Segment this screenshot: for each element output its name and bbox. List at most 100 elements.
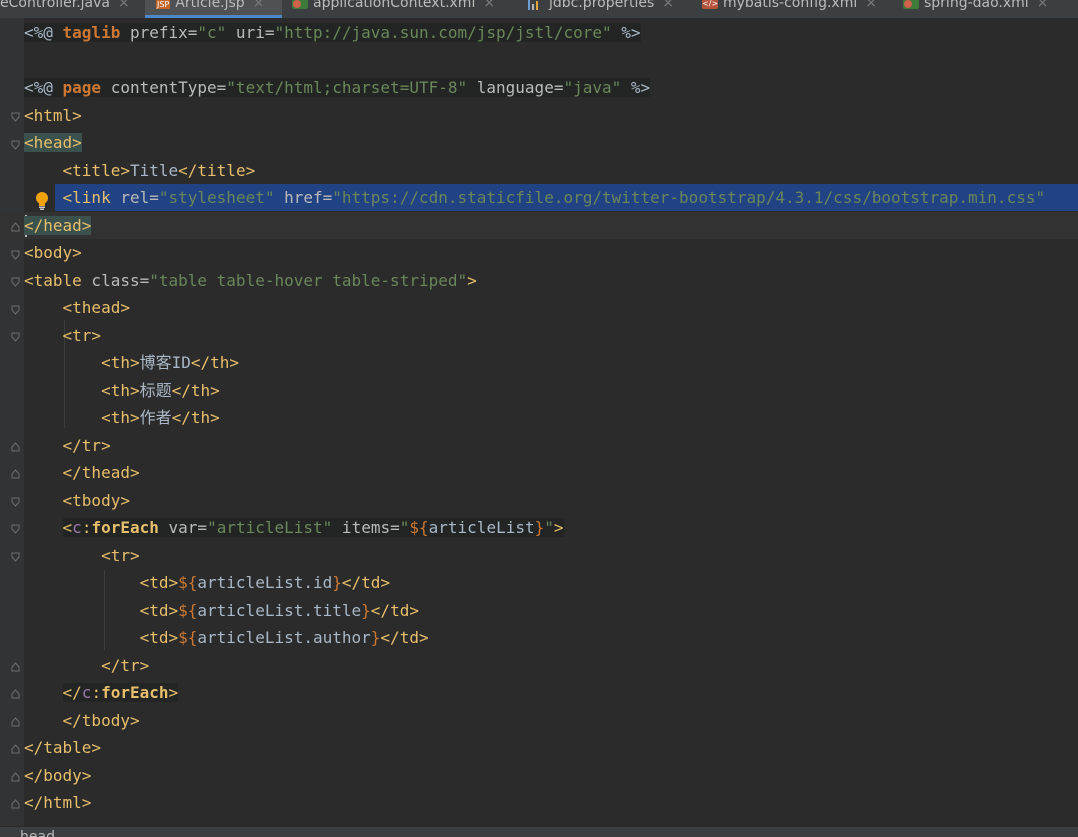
- tag-namespace: c: [81, 683, 92, 702]
- attribute-name: uri=: [226, 23, 275, 42]
- fold-end-marker-icon[interactable]: [11, 442, 20, 452]
- breadcrumb-bar: head: [0, 826, 1078, 837]
- el-expression: articleList.author: [197, 628, 371, 647]
- th-text: 作者: [139, 408, 172, 427]
- code-line-15: <th>作者</th>: [24, 405, 220, 431]
- code-line-6: <title>Title</title>: [24, 158, 256, 184]
- tab-spring-dao-xml[interactable]: spring-dao.xml ×: [893, 0, 1078, 18]
- th-close-tag: </th>: [171, 408, 220, 427]
- directive-close: %>: [621, 78, 651, 97]
- attribute-value: "http://java.sun.com/jsp/jstl/core": [274, 23, 612, 42]
- el-close: }: [534, 518, 545, 537]
- fold-marker-icon[interactable]: [11, 332, 20, 342]
- tab-article-jsp[interactable]: JSP Article.jsp ×: [145, 0, 282, 18]
- th-close-tag: </th>: [171, 381, 220, 400]
- fold-marker-icon[interactable]: [11, 552, 20, 562]
- el-open: ${: [178, 628, 198, 647]
- fold-marker-icon[interactable]: [11, 497, 20, 507]
- attribute-value: "stylesheet": [158, 188, 275, 207]
- tab-label: eController.java: [0, 0, 110, 11]
- tab-label: jdbc.properties: [549, 0, 655, 11]
- close-icon[interactable]: ×: [662, 0, 674, 11]
- code-line-14: <th>标题</th>: [24, 378, 220, 404]
- fold-end-marker-icon[interactable]: [11, 469, 20, 479]
- code-line-4: <html>: [24, 103, 82, 129]
- attribute-quote: ": [544, 518, 554, 537]
- attribute-name: var=: [158, 518, 208, 537]
- tag-namespace: c: [72, 518, 82, 537]
- fold-marker-icon[interactable]: [11, 524, 20, 534]
- code-line-17: </thead>: [24, 460, 140, 486]
- fold-marker-icon[interactable]: [11, 250, 20, 260]
- jsp-file-icon: JSP: [156, 0, 171, 9]
- title-text: Title: [129, 161, 179, 180]
- attribute-value: "https://cdn.staticfile.org/twitter-boot…: [332, 188, 1046, 207]
- el-expression: articleList: [428, 518, 535, 537]
- el-expression: articleList.id: [197, 573, 333, 592]
- body-tag: <body>: [24, 243, 82, 262]
- fold-end-marker-icon[interactable]: [11, 662, 20, 672]
- code-line-11: <thead>: [24, 295, 130, 321]
- tbody-close-tag: </tbody>: [62, 711, 140, 730]
- td-open-tag: <td>: [139, 628, 179, 647]
- html-close-tag: </html>: [24, 793, 92, 812]
- tab-applicationcontext-xml[interactable]: applicationContext.xml ×: [282, 0, 518, 18]
- tab-mybatis-config-xml[interactable]: </> mybatis-config.xml ×: [695, 0, 893, 18]
- tag-lt: </: [62, 683, 82, 702]
- tr-close-tag: </tr>: [62, 436, 111, 455]
- tag-close: >: [467, 271, 477, 290]
- code-line-13: <th>博客ID</th>: [24, 350, 239, 376]
- foreach-close-tag: </c:forEach>: [62, 683, 179, 702]
- close-icon[interactable]: ×: [118, 0, 130, 11]
- td-open-tag: <td>: [139, 573, 179, 592]
- close-icon[interactable]: ×: [865, 0, 877, 11]
- td-close-tag: </td>: [341, 573, 391, 592]
- fold-end-marker-icon[interactable]: [11, 717, 20, 727]
- fold-marker-icon[interactable]: [11, 140, 20, 150]
- el-close: }: [361, 601, 371, 620]
- fold-end-marker-icon[interactable]: [11, 772, 20, 782]
- code-line-25: </c:forEach>: [24, 680, 179, 706]
- code-line-28: </body>: [24, 763, 91, 789]
- tab-label: Article.jsp: [175, 0, 245, 11]
- directive-keyword: page: [62, 78, 102, 97]
- code-line-29: </html>: [24, 790, 91, 816]
- tab-label: applicationContext.xml: [313, 0, 476, 11]
- th-text: 博客ID: [139, 353, 191, 372]
- el-close: }: [370, 628, 381, 647]
- code-line-3: <%@ page contentType="text/html;charset=…: [24, 75, 651, 101]
- code-line-27: </table>: [24, 735, 101, 761]
- title-close-tag: </title>: [178, 161, 256, 180]
- code-line-9: <body>: [24, 240, 82, 266]
- tr-tag: <tr>: [62, 326, 102, 345]
- close-icon[interactable]: ×: [253, 0, 265, 11]
- code-line-1: <%@ taglib prefix="c" uri="http://java.s…: [24, 20, 641, 46]
- attribute-value: "c": [197, 23, 227, 42]
- code-line-23: <td>${articleList.author}</td>: [24, 625, 429, 651]
- fold-end-marker-icon[interactable]: [11, 744, 20, 754]
- tab-econtroller-java[interactable]: eController.java ×: [0, 0, 145, 18]
- attribute-name: href=: [274, 188, 333, 207]
- code-line-12: <tr>: [24, 323, 102, 349]
- fold-end-marker-icon[interactable]: [11, 222, 20, 232]
- tag-lt: <: [62, 518, 73, 537]
- fold-marker-icon[interactable]: [11, 305, 20, 315]
- table-tag: <table: [24, 271, 82, 290]
- tag-close: >: [553, 518, 564, 537]
- fold-marker-icon[interactable]: [11, 277, 20, 287]
- directive-keyword: taglib: [62, 23, 121, 42]
- code-line-16: </tr>: [24, 433, 111, 459]
- close-icon[interactable]: ×: [483, 0, 495, 11]
- fold-end-marker-icon[interactable]: [11, 799, 20, 809]
- code-line-24: </tr>: [24, 653, 149, 679]
- tab-jdbc-properties[interactable]: jdbc.properties ×: [518, 0, 695, 18]
- close-icon[interactable]: ×: [1037, 0, 1049, 11]
- spring-xml-file-icon: [292, 0, 308, 9]
- code-line-19: <c:forEach var="articleList" items="${ar…: [24, 515, 564, 541]
- code-line-10: <table class="table table-hover table-st…: [24, 268, 477, 294]
- fold-end-marker-icon[interactable]: [11, 689, 20, 699]
- foreach-open-tag: <c:forEach var="articleList" items="${ar…: [62, 518, 564, 537]
- code-editor[interactable]: <%@ taglib prefix="c" uri="http://java.s…: [0, 18, 1078, 826]
- head-close-tag: </head>: [24, 216, 92, 235]
- fold-marker-icon[interactable]: [11, 112, 20, 122]
